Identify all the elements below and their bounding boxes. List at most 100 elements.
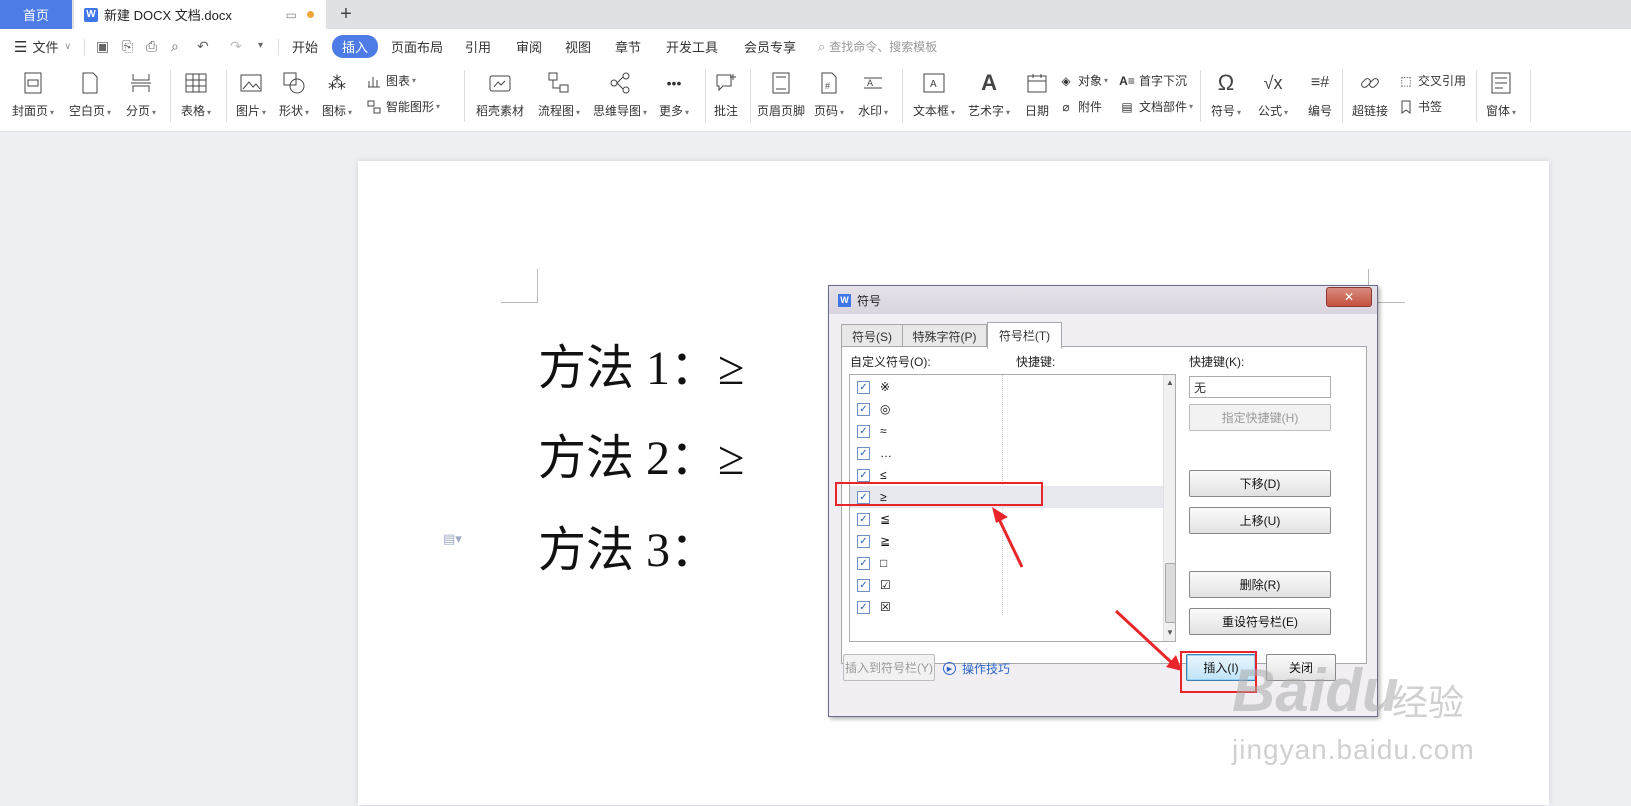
checkbox[interactable]: ✓	[857, 446, 870, 460]
menu-bar: ☰ 文件 ∨ ▣ ⎘ ⎙ ⌕ ↶ ↷ ▾ 开始 插入 页面布局 引用 审阅 视图…	[0, 29, 1631, 64]
customize-toolbar-icon[interactable]: ▾	[258, 40, 263, 51]
stock-material-button[interactable]: 稻壳素材	[476, 70, 524, 119]
mindmap-icon	[607, 70, 633, 96]
blank-page-button[interactable]: 空白页 ▾	[69, 70, 111, 119]
comment-button[interactable]: 批注	[713, 70, 739, 119]
monitor-icon[interactable]: ▭	[286, 8, 297, 22]
divider	[1476, 70, 1477, 122]
comment-icon	[713, 70, 739, 96]
divider	[464, 70, 465, 122]
menu-references[interactable]: 引用	[465, 29, 491, 64]
operation-tips-link[interactable]: ▶ 操作技巧	[943, 660, 1010, 677]
menu-review[interactable]: 审阅	[516, 29, 542, 64]
insert-to-symbol-bar-button[interactable]: 插入到符号栏(Y)	[843, 654, 935, 681]
checkbox[interactable]: ✓	[857, 556, 870, 570]
attachment-button[interactable]: ⌀ 附件	[1058, 98, 1102, 115]
new-tab-button[interactable]: +	[334, 2, 358, 27]
scroll-up-icon[interactable]: ▲	[1166, 378, 1174, 387]
menu-page-layout[interactable]: 页面布局	[391, 29, 443, 64]
numbering-button[interactable]: ≡# 编号	[1307, 70, 1333, 119]
document-tab[interactable]: W 新建 DOCX 文档.docx ▭	[74, 0, 326, 29]
picture-button[interactable]: 图片 ▾	[236, 70, 266, 119]
textbox-button[interactable]: A 文本框 ▾	[913, 70, 955, 119]
dialog-title-bar[interactable]: W 符号	[829, 286, 1377, 314]
checkbox[interactable]: ✓	[857, 402, 870, 416]
list-item[interactable]: ✓ ※	[850, 376, 1163, 398]
tab-symbols[interactable]: 符号(S)	[841, 324, 903, 348]
hotkey-field-label: 快捷键(K):	[1189, 355, 1245, 369]
blank-page-icon	[77, 70, 103, 96]
menu-developer[interactable]: 开发工具	[666, 29, 718, 64]
list-item[interactable]: ✓ ◎	[850, 398, 1163, 420]
document-line-3[interactable]: 方法 3：	[538, 510, 718, 580]
menu-start[interactable]: 开始	[292, 29, 318, 64]
mindmap-button[interactable]: 思维导图 ▾	[593, 70, 647, 119]
document-tab-title: 新建 DOCX 文档.docx	[104, 8, 232, 23]
checkbox[interactable]: ✓	[857, 468, 870, 482]
cover-page-button[interactable]: 封面页 ▾	[12, 70, 54, 119]
smart-art-button[interactable]: 智能图形 ▾	[366, 98, 440, 115]
menu-view[interactable]: 视图	[565, 29, 591, 64]
symbol-button[interactable]: Ω 符号 ▾	[1211, 70, 1241, 119]
watermark-button[interactable]: A 水印 ▾	[858, 70, 888, 119]
bookmark-button[interactable]: 书签	[1398, 98, 1442, 115]
date-button[interactable]: 日期	[1024, 70, 1050, 119]
tab-special-characters[interactable]: 特殊字符(P)	[902, 324, 987, 348]
form-window-icon	[1488, 70, 1514, 96]
menu-chapter[interactable]: 章节	[615, 29, 641, 64]
checkbox[interactable]: ✓	[857, 600, 870, 614]
page-number-button[interactable]: # 页码 ▾	[814, 70, 844, 119]
table-button[interactable]: 表格 ▾	[181, 70, 211, 119]
object-button[interactable]: ◈ 对象 ▾	[1058, 72, 1108, 89]
format-painter-icon[interactable]: ⎘	[122, 38, 133, 55]
link-icon	[1357, 70, 1383, 96]
delete-button[interactable]: 删除(R)	[1189, 571, 1331, 598]
checkbox[interactable]: ✓	[857, 578, 870, 592]
page-break-button[interactable]: 分页 ▾	[126, 70, 156, 119]
home-tab[interactable]: 首页	[0, 0, 72, 29]
checkbox[interactable]: ✓	[857, 424, 870, 438]
flowchart-icon	[546, 70, 572, 96]
menu-insert[interactable]: 插入	[332, 29, 379, 64]
save-icon[interactable]: ▣	[96, 38, 109, 55]
print-icon[interactable]: ⎙	[146, 38, 157, 55]
command-search[interactable]: ⌕ 查找命令、搜索模板	[818, 29, 937, 64]
list-item[interactable]: ✓…	[850, 442, 1163, 464]
wordart-button[interactable]: A 艺术字 ▾	[968, 70, 1010, 119]
flowchart-button[interactable]: 流程图 ▾	[538, 70, 580, 119]
undo-icon[interactable]: ↶	[197, 38, 209, 55]
move-down-button[interactable]: 下移(D)	[1189, 470, 1331, 497]
ribbon: 封面页 ▾ 空白页 ▾ 分页 ▾ 表格 ▾ 图片 ▾ 形状 ▾ ⁂ 图标 ▾ 图表 ▾ 智能图形…	[0, 64, 1631, 132]
dialog-close-button[interactable]: ✕	[1326, 287, 1372, 307]
list-item[interactable]: ✓ ≈	[850, 420, 1163, 442]
file-menu[interactable]: ☰ 文件 ∨	[14, 29, 71, 64]
cross-reference-button[interactable]: ⬚ 交叉引用	[1398, 72, 1466, 89]
checkbox[interactable]: ✓	[857, 380, 870, 394]
more-button[interactable]: ••• 更多 ▾	[659, 70, 689, 119]
chart-button[interactable]: 图表 ▾	[366, 72, 416, 89]
document-line-2[interactable]: 方法 2：≥	[538, 418, 744, 488]
list-item[interactable]: ✓ ☑	[850, 574, 1163, 596]
document-line-1[interactable]: 方法 1：≥	[538, 328, 744, 398]
hyperlink-button[interactable]: 超链接	[1352, 70, 1388, 119]
print-preview-icon[interactable]: ⌕	[171, 38, 179, 55]
form-window-button[interactable]: 窗体 ▾	[1486, 70, 1516, 119]
divider	[278, 39, 279, 55]
formula-button[interactable]: √x 公式 ▾	[1258, 70, 1288, 119]
paragraph-layout-icon[interactable]: ▤▾	[443, 531, 462, 547]
move-up-button[interactable]: 上移(U)	[1189, 507, 1331, 534]
assign-hotkey-button[interactable]: 指定快捷键(H)	[1189, 404, 1331, 431]
doc-parts-icon: ▤	[1121, 99, 1133, 114]
shape-button[interactable]: 形状 ▾	[279, 70, 309, 119]
list-scrollbar[interactable]: ▲ ▼	[1163, 375, 1175, 641]
header-footer-button[interactable]: 页眉页脚	[757, 70, 805, 119]
tab-symbol-bar[interactable]: 符号栏(T)	[987, 322, 1062, 349]
checkbox[interactable]: ✓	[857, 534, 870, 548]
drop-cap-button[interactable]: A≡ 首字下沉	[1119, 72, 1187, 89]
redo-icon[interactable]: ↷	[230, 38, 242, 55]
checkbox[interactable]: ✓	[857, 512, 870, 526]
menu-member[interactable]: 会员专享	[744, 29, 796, 64]
icon-button[interactable]: ⁂ 图标 ▾	[322, 70, 352, 119]
hotkey-input[interactable]: 无	[1189, 376, 1331, 398]
doc-parts-button[interactable]: ▤ 文档部件 ▾	[1119, 98, 1193, 115]
